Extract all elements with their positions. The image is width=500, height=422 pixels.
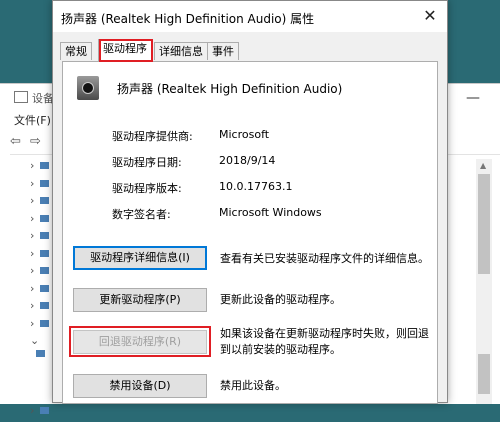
- version-label: 驱动程序版本:: [112, 182, 182, 195]
- tree-node[interactable]: ⌄: [30, 334, 50, 357]
- dialog-title: 扬声器 (Realtek High Definition Audio) 属性: [61, 12, 315, 26]
- close-button[interactable]: ✕: [419, 6, 441, 26]
- tree-node[interactable]: ›: [30, 229, 50, 247]
- signer-label: 数字签名者:: [112, 208, 171, 221]
- speaker-icon: [77, 76, 99, 100]
- minimize-icon[interactable]: —: [466, 90, 480, 106]
- file-menu[interactable]: 文件(F): [14, 112, 51, 128]
- scroll-thumb[interactable]: [478, 174, 490, 274]
- provider-value: Microsoft: [219, 128, 270, 141]
- device-name: 扬声器 (Realtek High Definition Audio): [117, 82, 343, 96]
- tree-node[interactable]: ›: [30, 212, 50, 230]
- dialog-titlebar: 扬声器 (Realtek High Definition Audio) 属性 ✕: [53, 1, 447, 32]
- disable-device-description: 禁用此设备。: [220, 379, 286, 392]
- update-driver-description: 更新此设备的驱动程序。: [220, 293, 341, 306]
- tree-node[interactable]: ›: [30, 194, 50, 212]
- tree-node[interactable]: ›: [30, 299, 50, 317]
- tree-node[interactable]: ›: [30, 264, 50, 282]
- device-tree: › › › › › › › › › › ⌄ ›: [30, 159, 50, 422]
- tab-details[interactable]: 详细信息: [154, 42, 208, 60]
- driver-panel: 扬声器 (Realtek High Definition Audio) 驱动程序…: [62, 61, 438, 404]
- tree-node[interactable]: ›: [30, 159, 50, 177]
- tree-node[interactable]: [30, 387, 50, 405]
- driver-details-button[interactable]: 驱动程序详细信息(I): [73, 246, 207, 270]
- roll-back-driver-button[interactable]: 回退驱动程序(R): [73, 330, 207, 354]
- date-label: 驱动程序日期:: [112, 156, 182, 169]
- version-value: 10.0.17763.1: [219, 180, 293, 193]
- tab-strip: 常规 驱动程序 详细信息 事件: [58, 39, 438, 62]
- tree-node[interactable]: ›: [30, 177, 50, 195]
- roll-back-driver-description: 如果该设备在更新驱动程序时失败，则回退到以前安装的驱动程序。: [220, 327, 429, 356]
- forward-arrow-icon[interactable]: ⇨: [30, 134, 41, 149]
- disable-device-button[interactable]: 禁用设备(D): [73, 374, 207, 398]
- tree-node[interactable]: ›: [30, 317, 50, 335]
- tree-node[interactable]: ›: [30, 404, 50, 422]
- tab-driver[interactable]: 驱动程序: [98, 39, 152, 62]
- scroll-thumb[interactable]: [478, 354, 490, 394]
- tree-node[interactable]: ›: [30, 247, 50, 265]
- provider-label: 驱动程序提供商:: [112, 130, 193, 143]
- tab-general[interactable]: 常规: [60, 42, 92, 60]
- driver-details-description: 查看有关已安装驱动程序文件的详细信息。: [220, 252, 429, 265]
- update-driver-button[interactable]: 更新驱动程序(P): [73, 288, 207, 312]
- date-value: 2018/9/14: [219, 154, 276, 167]
- tab-events[interactable]: 事件: [207, 42, 239, 60]
- properties-dialog: 扬声器 (Realtek High Definition Audio) 属性 ✕…: [52, 0, 448, 404]
- scroll-up-icon[interactable]: ▲: [480, 161, 486, 170]
- tree-node[interactable]: ›: [30, 282, 50, 300]
- signer-value: Microsoft Windows: [219, 206, 322, 219]
- back-arrow-icon[interactable]: ⇦: [10, 134, 21, 149]
- tree-node[interactable]: [30, 369, 50, 387]
- device-manager-icon: [14, 91, 28, 103]
- device-manager-title: 设备: [14, 90, 54, 106]
- vertical-scrollbar[interactable]: ▲: [476, 159, 492, 404]
